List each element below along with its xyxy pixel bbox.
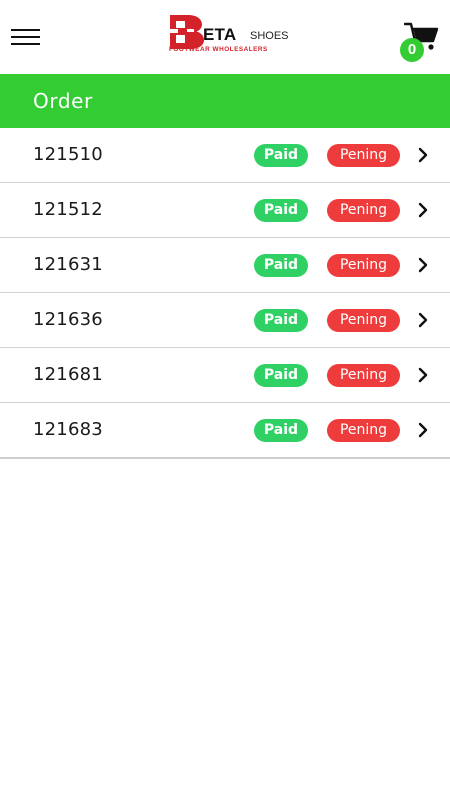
order-row[interactable]: 121631 Paid Pening — [0, 238, 450, 293]
status-badge: Pening — [327, 144, 400, 167]
top-app-bar: ETA SHOES FOOTWEAR WHOLESALERS 0 — [0, 0, 450, 74]
order-id: 121681 — [33, 364, 103, 385]
order-row[interactable]: 121683 Paid Pening — [0, 403, 450, 459]
payment-badge: Paid — [254, 144, 308, 167]
logo-suffix: SHOES — [250, 30, 289, 42]
app-screen: ETA SHOES FOOTWEAR WHOLESALERS 0 Order 1… — [0, 0, 450, 800]
order-row[interactable]: 121512 Paid Pening — [0, 183, 450, 238]
cart-button[interactable]: 0 — [398, 18, 442, 64]
chevron-right-icon — [418, 367, 428, 383]
chevron-right-icon — [418, 422, 428, 438]
payment-badge: Paid — [254, 309, 308, 332]
cart-count-badge: 0 — [400, 38, 424, 62]
order-id: 121636 — [33, 309, 103, 330]
payment-badge: Paid — [254, 199, 308, 222]
status-badge: Pening — [327, 364, 400, 387]
payment-badge: Paid — [254, 254, 308, 277]
payment-badge: Paid — [254, 419, 308, 442]
logo-word: ETA — [203, 25, 237, 44]
order-row[interactable]: 121510 Paid Pening — [0, 128, 450, 183]
page-title-bar: Order — [0, 74, 450, 128]
order-list: 121510 Paid Pening 121512 Paid Pening 12… — [0, 128, 450, 459]
status-badge: Pening — [327, 199, 400, 222]
order-id: 121512 — [33, 199, 103, 220]
hamburger-menu-icon[interactable] — [11, 26, 41, 48]
order-row[interactable]: 121681 Paid Pening — [0, 348, 450, 403]
payment-badge: Paid — [254, 364, 308, 387]
order-id: 121510 — [33, 144, 103, 165]
logo-tagline: FOOTWEAR WHOLESALERS — [169, 46, 268, 53]
status-badge: Pening — [327, 419, 400, 442]
status-badge: Pening — [327, 254, 400, 277]
order-id: 121683 — [33, 419, 103, 440]
status-badge: Pening — [327, 309, 400, 332]
chevron-right-icon — [418, 147, 428, 163]
chevron-right-icon — [418, 257, 428, 273]
order-row[interactable]: 121636 Paid Pening — [0, 293, 450, 348]
beta-shoes-logo: ETA SHOES FOOTWEAR WHOLESALERS — [168, 13, 298, 57]
order-id: 121631 — [33, 254, 103, 275]
page-title: Order — [33, 89, 93, 113]
chevron-right-icon — [418, 202, 428, 218]
chevron-right-icon — [418, 312, 428, 328]
